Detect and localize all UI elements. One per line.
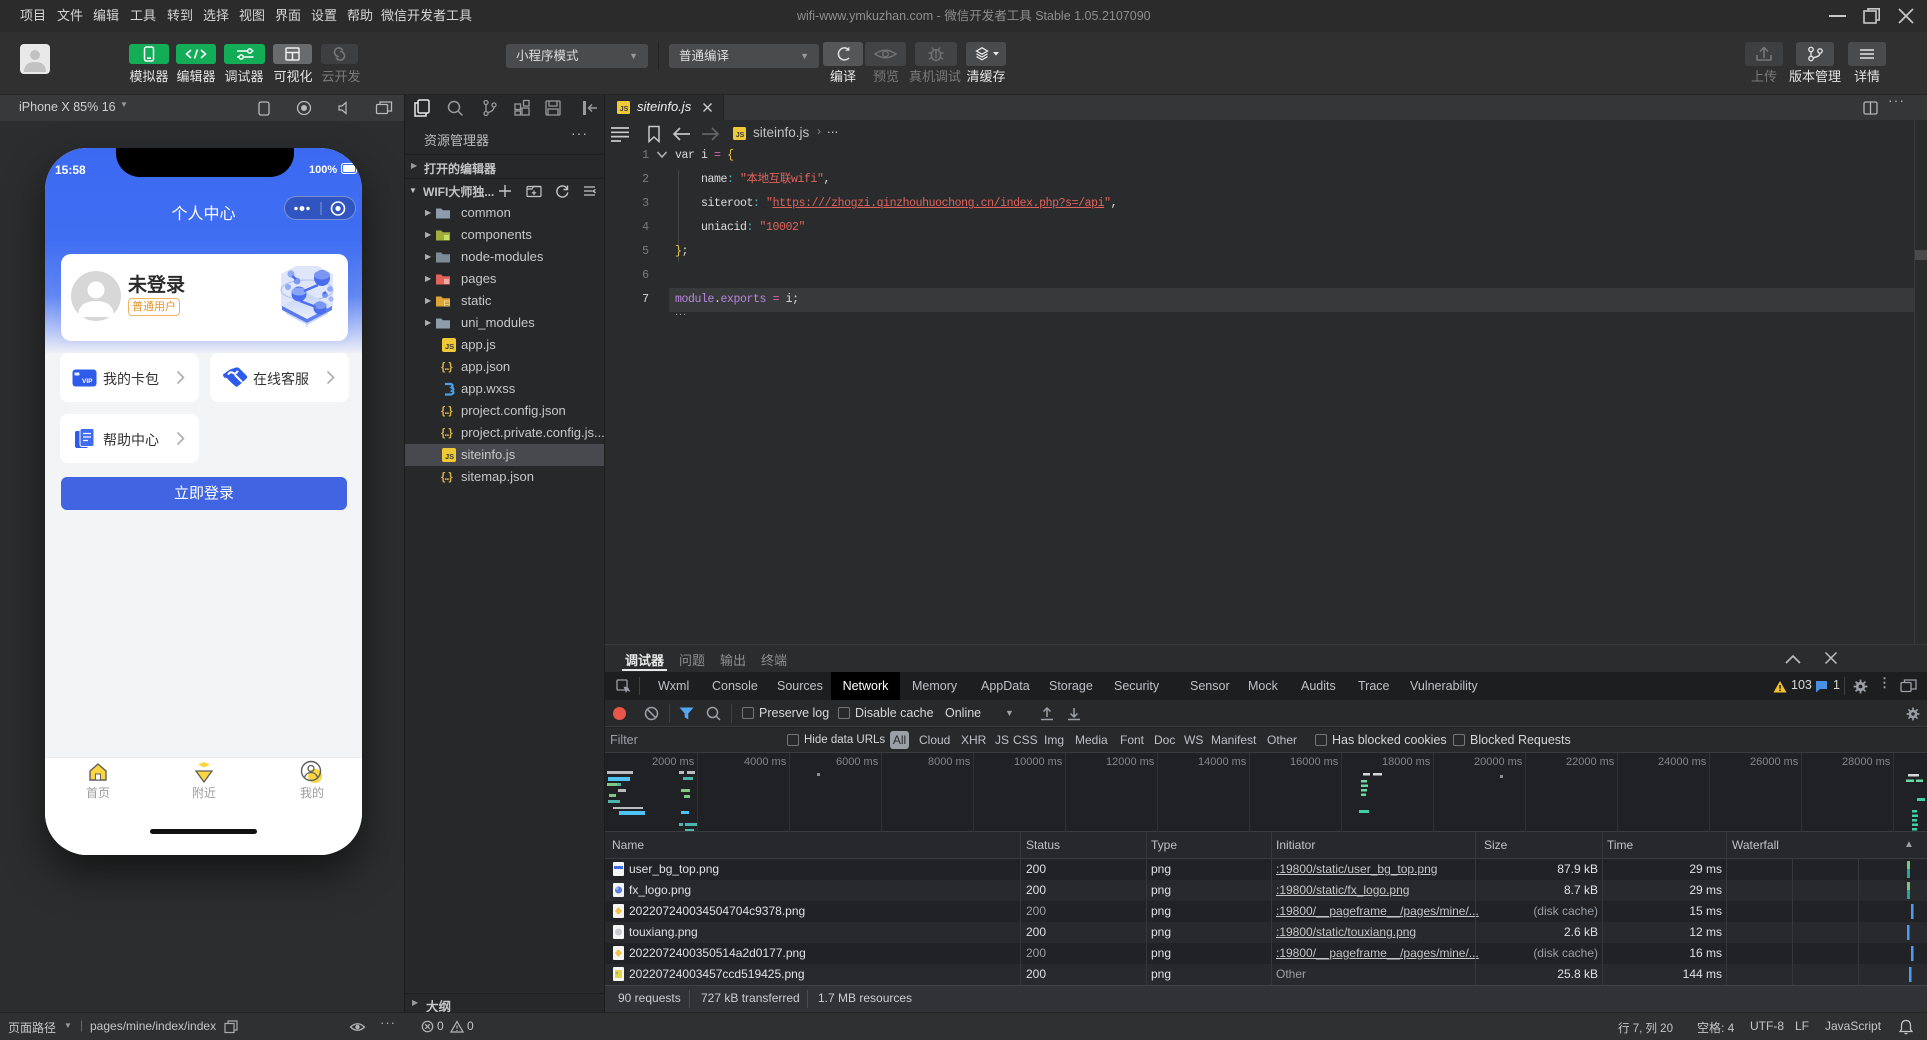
svg-text:VIP: VIP — [82, 378, 93, 385]
svg-text:JS: JS — [445, 452, 454, 461]
svg-text:JS: JS — [445, 342, 454, 351]
svg-text:JS: JS — [620, 106, 629, 113]
svg-text:JS: JS — [736, 132, 745, 139]
